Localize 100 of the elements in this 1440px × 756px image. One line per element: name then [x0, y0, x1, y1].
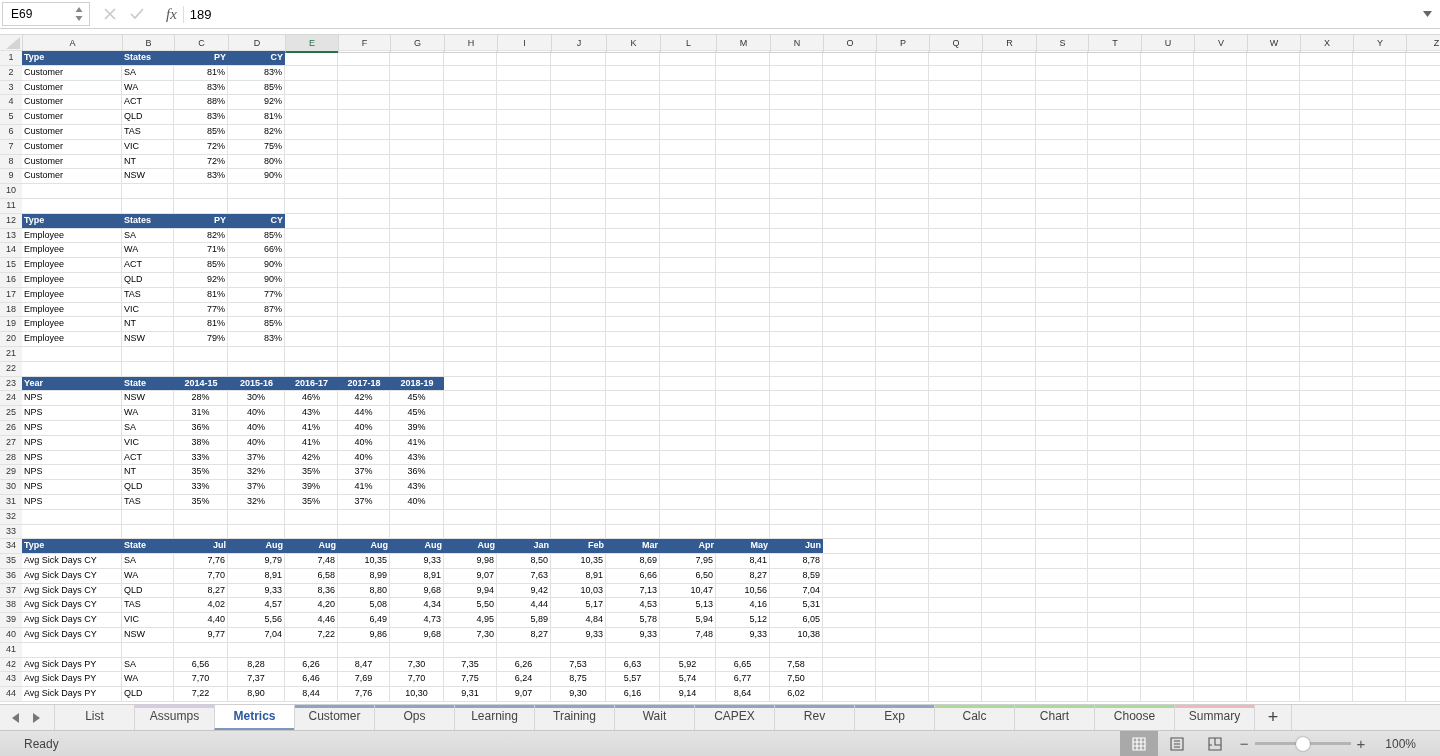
table-cell-text: Customer	[23, 80, 64, 94]
row-number[interactable]: 10	[0, 184, 22, 198]
row-number[interactable]: 14	[0, 243, 22, 258]
zoom-in-button[interactable]: +	[1356, 735, 1366, 752]
row-number[interactable]: 28	[0, 450, 22, 465]
row-number[interactable]: 23	[0, 376, 22, 391]
caret-icon[interactable]	[1423, 11, 1432, 17]
row-number[interactable]: 34	[0, 539, 22, 554]
table-cell-text: 7,48	[694, 628, 714, 642]
column-header[interactable]: X	[1300, 35, 1353, 53]
row-number[interactable]: 40	[0, 628, 22, 642]
column-header[interactable]: K	[606, 35, 660, 53]
table-cell-text: 8,99	[368, 568, 388, 582]
row-number[interactable]: 44	[0, 687, 22, 702]
table-cell-text: 9,42	[529, 583, 549, 597]
table-cell-text: 9,07	[475, 568, 495, 582]
column-header[interactable]: Q	[929, 35, 982, 53]
column-header[interactable]: F	[338, 35, 390, 53]
column-header[interactable]: Y	[1353, 35, 1406, 53]
row-number[interactable]: 12	[0, 213, 22, 228]
table-cell-text: 72%	[206, 154, 226, 168]
table-cell-text: 92%	[206, 272, 226, 286]
column-header[interactable]: I	[497, 35, 551, 53]
row-number[interactable]: 20	[0, 332, 22, 346]
row-number[interactable]: 4	[0, 95, 22, 110]
zoom-level[interactable]: 100%	[1385, 736, 1416, 751]
table-cell-text: 35%	[190, 465, 211, 479]
column-header[interactable]: N	[770, 35, 823, 53]
table-cell-text: 79%	[206, 332, 226, 346]
column-header[interactable]: E	[285, 35, 338, 53]
column-header[interactable]: T	[1088, 35, 1141, 53]
column-header[interactable]: Z	[1406, 35, 1440, 53]
row-number[interactable]: 33	[0, 524, 22, 539]
row-number[interactable]: 38	[0, 598, 22, 613]
previous-sheet-icon[interactable]	[12, 712, 20, 723]
column-header[interactable]: O	[823, 35, 876, 53]
column-header[interactable]: M	[716, 35, 770, 53]
table-cell-text: Employee	[23, 317, 66, 331]
row-number[interactable]: 19	[0, 317, 22, 332]
row-number[interactable]: 8	[0, 154, 22, 169]
row-number[interactable]: 43	[0, 672, 22, 687]
confirm-icon[interactable]	[130, 8, 144, 20]
row-number[interactable]: 22	[0, 361, 22, 376]
row-number[interactable]: 3	[0, 80, 22, 95]
row-number[interactable]: 29	[0, 465, 22, 480]
row-number[interactable]: 37	[0, 583, 22, 598]
row-number[interactable]: 13	[0, 228, 22, 243]
name-box[interactable]: E69	[2, 2, 90, 26]
row-number[interactable]: 25	[0, 406, 22, 420]
table-cell-text: Employee	[23, 243, 66, 257]
function-label[interactable]: fx	[166, 5, 184, 23]
column-header[interactable]: P	[876, 35, 929, 53]
header-cell: 2015-16	[228, 376, 285, 391]
row-number[interactable]: 26	[0, 420, 22, 435]
next-sheet-icon[interactable]	[32, 712, 40, 723]
row-number[interactable]: 42	[0, 657, 22, 672]
column-header[interactable]: V	[1194, 35, 1247, 53]
column-header[interactable]: U	[1141, 35, 1194, 53]
column-header[interactable]: J	[551, 35, 606, 53]
slider-thumb[interactable]	[1295, 736, 1310, 751]
row-number[interactable]: 32	[0, 509, 22, 524]
row-number[interactable]: 30	[0, 480, 22, 494]
cancel-icon[interactable]	[104, 8, 116, 20]
stepper-icon[interactable]	[75, 6, 83, 22]
row-number[interactable]: 5	[0, 110, 22, 124]
sheet-tab[interactable]: Metrics	[214, 705, 294, 730]
row-number[interactable]: 18	[0, 302, 22, 317]
column-header[interactable]: L	[660, 35, 716, 53]
row-number[interactable]: 21	[0, 346, 22, 361]
row-number[interactable]: 24	[0, 391, 22, 406]
table-cell-text: Customer	[23, 95, 64, 109]
table-cell-text: 8,28	[246, 657, 266, 671]
column-header[interactable]: W	[1247, 35, 1300, 53]
normal-view-button[interactable]	[1119, 731, 1158, 756]
row-number[interactable]: 16	[0, 272, 22, 287]
row-number[interactable]: 27	[0, 435, 22, 450]
column-header[interactable]: G	[390, 35, 444, 53]
row-number[interactable]: 36	[0, 568, 22, 583]
table-cell-text: Avg Sick Days CY	[23, 628, 98, 642]
formula-field[interactable]: 189	[183, 6, 1423, 22]
column-header[interactable]: R	[982, 35, 1036, 53]
row-number[interactable]: 1	[0, 51, 22, 65]
row-number[interactable]: 2	[0, 65, 22, 80]
row-number[interactable]: 15	[0, 258, 22, 272]
row-number[interactable]: 6	[0, 125, 22, 139]
table-cell-text: 7,75	[460, 672, 480, 686]
row-number[interactable]: 35	[0, 554, 22, 568]
row-number[interactable]: 39	[0, 613, 22, 628]
zoom-out-button[interactable]: −	[1239, 735, 1249, 752]
row-number[interactable]: 31	[0, 494, 22, 509]
row-number[interactable]: 7	[0, 139, 22, 154]
table-cell-text: NT	[123, 154, 137, 168]
header-cell: States	[122, 213, 174, 228]
row-number[interactable]: 11	[0, 198, 22, 213]
column-header[interactable]: S	[1036, 35, 1088, 53]
row-number[interactable]: 9	[0, 169, 22, 184]
row-number[interactable]: 17	[0, 287, 22, 302]
row-number[interactable]: 41	[0, 642, 22, 657]
column-header[interactable]: H	[444, 35, 497, 53]
table-cell-text: SA	[123, 420, 137, 434]
